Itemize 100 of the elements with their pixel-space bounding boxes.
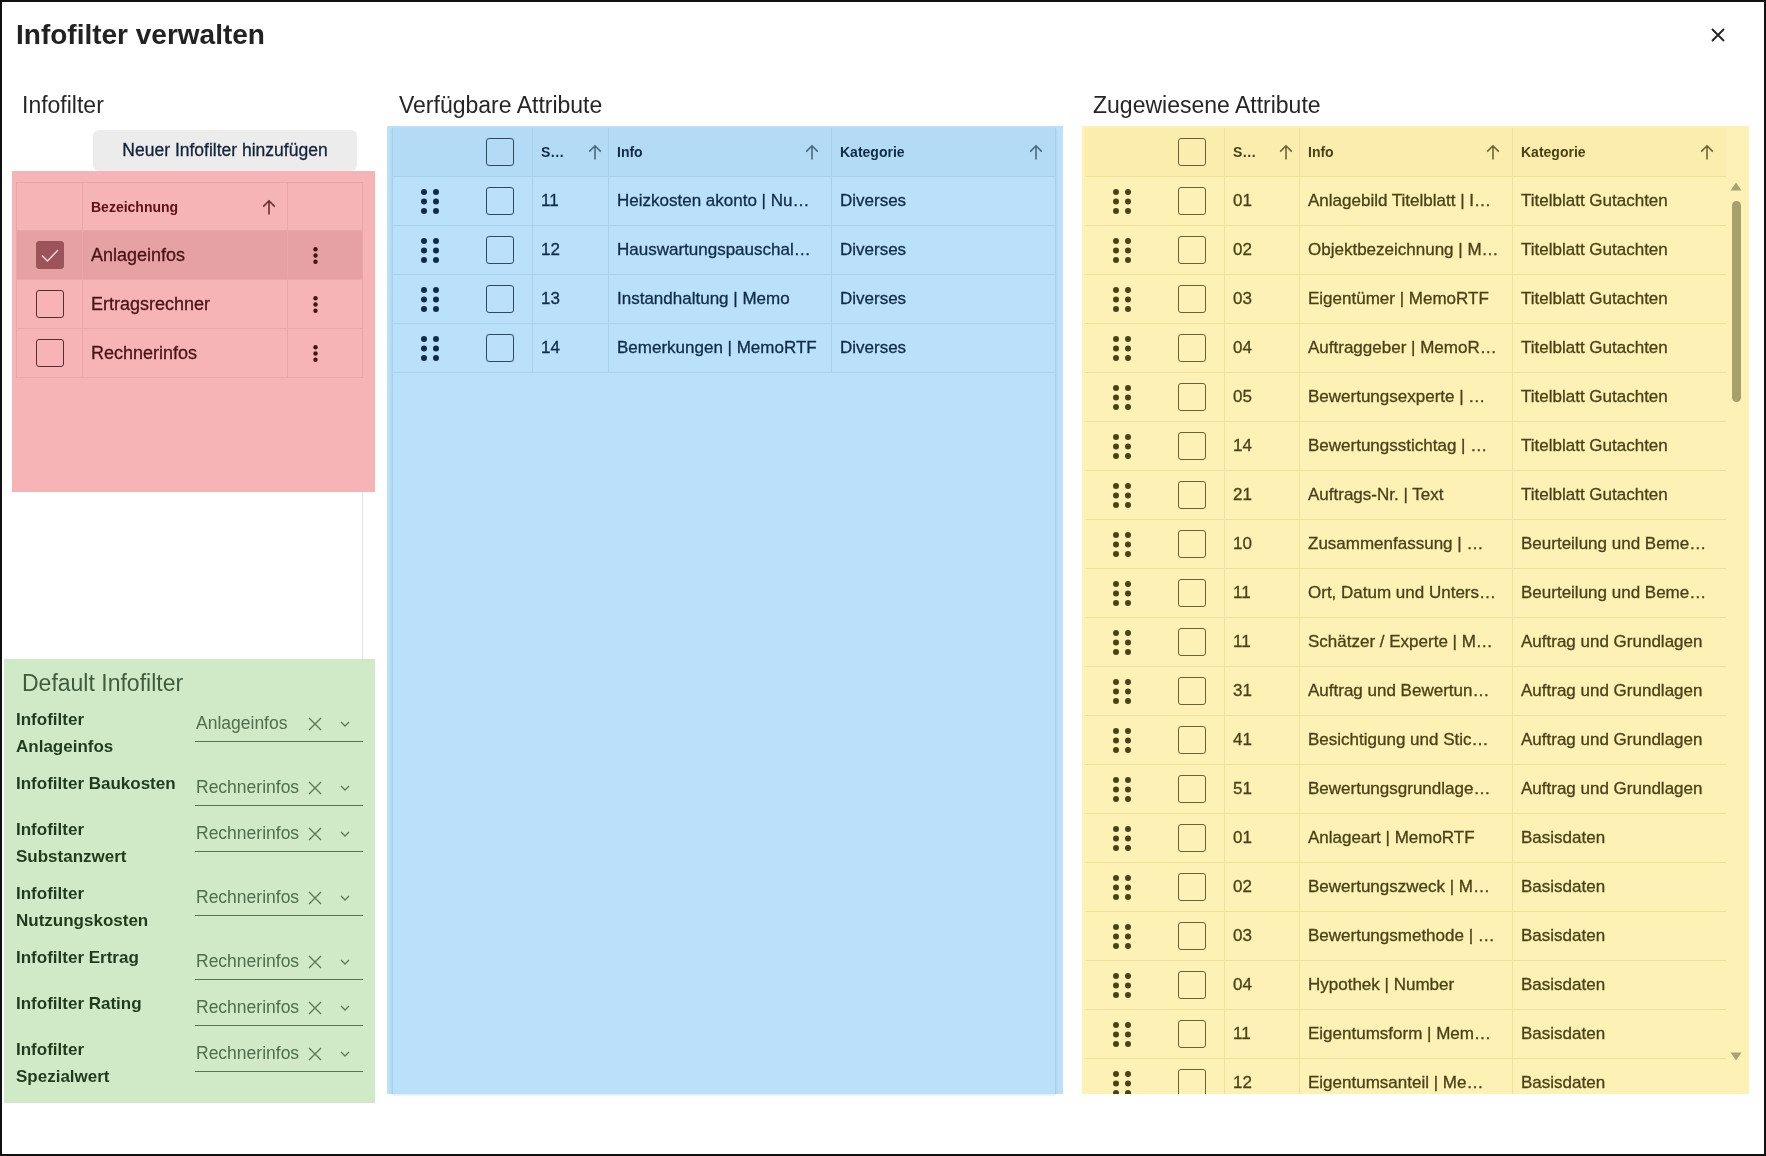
column-header[interactable]: Info xyxy=(1300,128,1513,176)
drag-handle-icon[interactable] xyxy=(1113,776,1131,802)
drag-handle-icon[interactable] xyxy=(1113,384,1131,410)
checkbox[interactable] xyxy=(35,339,64,367)
drag-handle-icon[interactable] xyxy=(1113,580,1131,606)
table-cell: 04 xyxy=(1225,324,1300,372)
checkbox[interactable] xyxy=(1178,334,1206,362)
drag-handle-icon[interactable] xyxy=(1113,433,1131,459)
checkbox[interactable] xyxy=(1178,579,1206,607)
chevron-down-icon[interactable] xyxy=(340,784,350,791)
drag-handle-icon[interactable] xyxy=(1113,825,1131,851)
drag-handle-icon[interactable] xyxy=(1113,335,1131,361)
select-field[interactable]: Anlageinfos xyxy=(195,706,363,742)
drag-handle-icon[interactable] xyxy=(1113,972,1131,998)
drag-handle-icon[interactable] xyxy=(1113,678,1131,704)
kebab-menu-icon[interactable] xyxy=(313,344,318,362)
checkbox[interactable] xyxy=(1178,383,1206,411)
checkbox[interactable] xyxy=(1178,873,1206,901)
list-row[interactable]: Ertragsrechner xyxy=(17,280,362,329)
checkbox[interactable] xyxy=(486,334,514,362)
clear-icon[interactable] xyxy=(308,1046,322,1061)
checkbox[interactable] xyxy=(1178,481,1206,509)
checkbox[interactable] xyxy=(1178,530,1206,558)
select-field[interactable]: Rechnerinfos xyxy=(195,1036,363,1072)
checkbox[interactable] xyxy=(1178,922,1206,950)
drag-handle-icon[interactable] xyxy=(1113,727,1131,753)
checkbox[interactable] xyxy=(1178,775,1206,803)
clear-icon[interactable] xyxy=(308,826,322,841)
column-header[interactable]: Bezeichnung xyxy=(83,183,288,230)
checkbox[interactable] xyxy=(1178,677,1206,705)
drag-handle-icon[interactable] xyxy=(1113,237,1131,263)
checkbox[interactable] xyxy=(1178,236,1206,264)
checkbox[interactable] xyxy=(1178,1069,1206,1094)
drag-handle-icon[interactable] xyxy=(1113,188,1131,214)
table-cell: 02 xyxy=(1225,226,1300,274)
checkbox[interactable] xyxy=(35,290,64,318)
kebab-menu-icon[interactable] xyxy=(313,295,318,313)
table-cell-text: Titelblatt Gutachten xyxy=(1520,435,1669,457)
chevron-down-icon[interactable] xyxy=(340,1004,350,1011)
table-cell: Eigentumsanteil | Me… xyxy=(1300,1059,1513,1094)
field-label: Infofilter Anlageinfos xyxy=(16,709,115,758)
list-row[interactable]: Anlageinfos xyxy=(17,231,362,280)
checkbox[interactable] xyxy=(1178,628,1206,656)
add-infofilter-button[interactable]: Neuer Infofilter hinzufügen xyxy=(93,130,357,171)
select-field[interactable]: Rechnerinfos xyxy=(195,880,363,916)
checkbox[interactable] xyxy=(486,187,514,215)
select-field[interactable]: Rechnerinfos xyxy=(195,816,363,852)
chevron-down-icon[interactable] xyxy=(340,1050,350,1057)
scrollbar-thumb[interactable] xyxy=(1731,201,1741,402)
drag-handle-icon[interactable] xyxy=(1113,1021,1131,1047)
column-header[interactable]: S… xyxy=(1225,128,1300,176)
drag-handle-icon[interactable] xyxy=(1113,874,1131,900)
drag-handle-icon[interactable] xyxy=(1113,286,1131,312)
clear-icon[interactable] xyxy=(308,890,322,905)
chevron-down-icon[interactable] xyxy=(340,894,350,901)
select-field[interactable]: Rechnerinfos xyxy=(195,944,363,980)
clear-icon[interactable] xyxy=(308,780,322,795)
checkbox[interactable] xyxy=(1178,726,1206,754)
drag-handle-icon[interactable] xyxy=(1113,531,1131,557)
table-cell: Ort, Datum und Unters… xyxy=(1300,569,1513,617)
select-all-checkbox[interactable] xyxy=(1178,138,1206,166)
drag-handle-icon[interactable] xyxy=(421,286,439,312)
drag-handle-icon[interactable] xyxy=(1113,629,1131,655)
checkbox[interactable] xyxy=(1178,1020,1206,1048)
column-header[interactable]: Info xyxy=(609,128,832,176)
select-all-checkbox[interactable] xyxy=(486,138,514,166)
table-cell: Auftrag und Bewertun… xyxy=(1300,667,1513,715)
clear-icon[interactable] xyxy=(308,716,322,731)
checkbox[interactable] xyxy=(1178,285,1206,313)
column-header[interactable]: Kategorie xyxy=(832,128,1055,176)
table-cell-text: Diverses xyxy=(839,288,908,310)
drag-handle-icon[interactable] xyxy=(421,335,439,361)
checkbox[interactable] xyxy=(1178,971,1206,999)
drag-handle-icon[interactable] xyxy=(1113,923,1131,949)
clear-icon[interactable] xyxy=(308,954,322,969)
checkbox[interactable] xyxy=(1178,187,1206,215)
chevron-down-icon[interactable] xyxy=(340,958,350,965)
table-cell: Schätzer / Experte | M… xyxy=(1300,618,1513,666)
kebab-menu-icon[interactable] xyxy=(313,246,318,264)
table-cell: 05 xyxy=(1225,373,1300,421)
chevron-down-icon[interactable] xyxy=(340,720,350,727)
column-header[interactable]: S… xyxy=(533,128,609,176)
drag-handle-icon[interactable] xyxy=(421,237,439,263)
checkbox[interactable] xyxy=(486,236,514,264)
checkbox[interactable] xyxy=(486,285,514,313)
drag-handle-icon[interactable] xyxy=(1113,482,1131,508)
checkbox[interactable] xyxy=(35,241,64,269)
clear-icon[interactable] xyxy=(308,1000,322,1015)
list-row[interactable]: Rechnerinfos xyxy=(17,329,362,378)
drag-handle-icon[interactable] xyxy=(1113,1070,1131,1094)
drag-handle-icon[interactable] xyxy=(421,188,439,214)
select-field[interactable]: Rechnerinfos xyxy=(195,770,363,806)
select-field[interactable]: Rechnerinfos xyxy=(195,990,363,1026)
table-cell: Auftrags-Nr. | Text xyxy=(1300,471,1513,519)
chevron-down-icon[interactable] xyxy=(340,830,350,837)
checkbox[interactable] xyxy=(1178,824,1206,852)
table-cell-text: Basisdaten xyxy=(1520,876,1607,898)
checkbox[interactable] xyxy=(1178,432,1206,460)
column-header[interactable]: Kategorie xyxy=(1513,128,1726,176)
table-cell: 12 xyxy=(533,226,609,274)
